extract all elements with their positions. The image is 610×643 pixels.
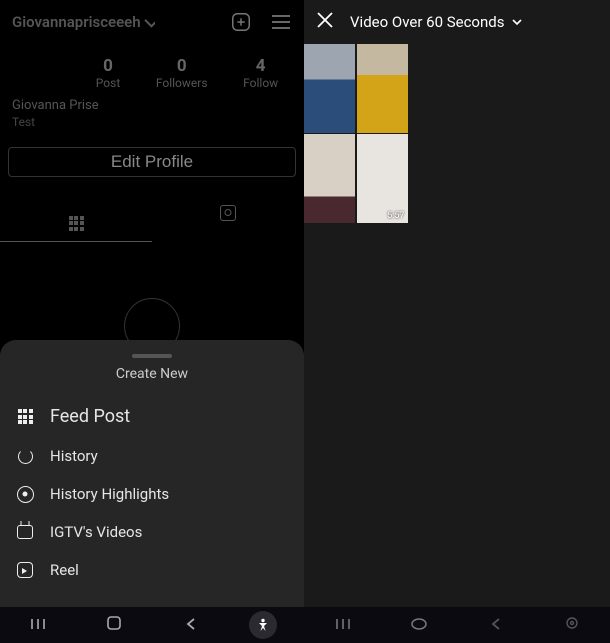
sheet-item-igtv[interactable]: IGTV's Videos — [0, 513, 304, 551]
profile-header: Giovannaprisceeeh — [0, 0, 304, 44]
rotate-button[interactable] — [401, 616, 437, 635]
video-picker-pane: Video Over 60 Seconds 5:57 — [304, 0, 610, 643]
video-filter-dropdown[interactable]: Video Over 60 Seconds — [350, 13, 522, 31]
recents-button[interactable] — [20, 616, 56, 635]
video-thumbnail[interactable] — [304, 44, 355, 133]
username-dropdown[interactable]: Giovannaprisceeeh — [12, 13, 155, 31]
username: Giovannaprisceeeh — [12, 13, 141, 31]
display-name: Giovanna Prise — [0, 98, 304, 115]
sheet-item-highlights[interactable]: History Highlights — [0, 475, 304, 513]
sheet-item-feed-post[interactable]: Feed Post — [0, 396, 304, 437]
stat-following[interactable]: 4 Follow — [243, 56, 278, 90]
video-thumbnail[interactable] — [357, 44, 408, 133]
stat-count: 0 — [96, 56, 120, 76]
sheet-item-label: Feed Post — [50, 406, 130, 427]
stat-label: Follow — [243, 76, 278, 90]
reel-icon — [14, 562, 36, 578]
tv-icon — [14, 525, 36, 539]
stats-row: 0 Post 0 Followers 4 Follow — [0, 44, 304, 98]
create-icon[interactable] — [230, 11, 252, 33]
stat-posts[interactable]: 0 Post — [96, 56, 120, 90]
header-actions — [230, 11, 292, 33]
sheet-item-history[interactable]: History — [0, 437, 304, 475]
video-grid: 5:57 — [304, 44, 408, 223]
chevron-down-icon — [512, 17, 522, 27]
close-icon[interactable] — [316, 10, 334, 34]
duration-badge: 5:57 — [387, 211, 404, 221]
tab-tagged[interactable] — [152, 195, 304, 242]
tab-grid[interactable] — [0, 195, 152, 242]
sheet-item-label: IGTV's Videos — [50, 523, 142, 541]
filter-label: Video Over 60 Seconds — [350, 13, 504, 31]
spinner-icon — [14, 449, 36, 464]
video-thumbnail[interactable]: 5:57 — [357, 134, 408, 223]
hamburger-icon[interactable] — [270, 13, 292, 31]
profile-pane: Giovannaprisceeeh 0 Post — [0, 0, 304, 643]
video-thumbnail[interactable] — [304, 134, 355, 223]
settings-gear-icon[interactable] — [554, 615, 590, 635]
home-button[interactable] — [96, 615, 132, 635]
sheet-item-label: Reel — [50, 561, 79, 579]
chevron-down-icon — [145, 17, 155, 27]
sheet-item-label: History Highlights — [50, 485, 169, 503]
grid-icon — [14, 409, 36, 424]
stat-label: Post — [96, 76, 120, 90]
sheet-item-label: History — [50, 447, 98, 465]
back-button[interactable] — [173, 616, 209, 635]
system-nav — [0, 607, 610, 643]
stat-followers[interactable]: 0 Followers — [156, 56, 208, 90]
bio: Test — [0, 115, 304, 137]
grid-icon — [69, 216, 84, 231]
sheet-title: Create New — [0, 366, 304, 382]
sheet-handle[interactable] — [132, 354, 172, 358]
accessibility-button[interactable] — [249, 611, 285, 639]
back-button-2[interactable] — [478, 616, 514, 635]
tagged-icon — [220, 205, 236, 221]
sheet-item-reel[interactable]: Reel — [0, 551, 304, 589]
recents-button-2[interactable] — [325, 616, 361, 635]
create-new-sheet: Create New Feed Post History History Hig… — [0, 340, 304, 607]
edit-profile-button[interactable]: Edit Profile — [8, 147, 296, 177]
target-icon — [14, 486, 36, 503]
stat-label: Followers — [156, 76, 208, 90]
picker-header: Video Over 60 Seconds — [304, 0, 610, 44]
stat-count: 4 — [243, 56, 278, 76]
profile-tabs — [0, 195, 304, 242]
stat-count: 0 — [156, 56, 208, 76]
